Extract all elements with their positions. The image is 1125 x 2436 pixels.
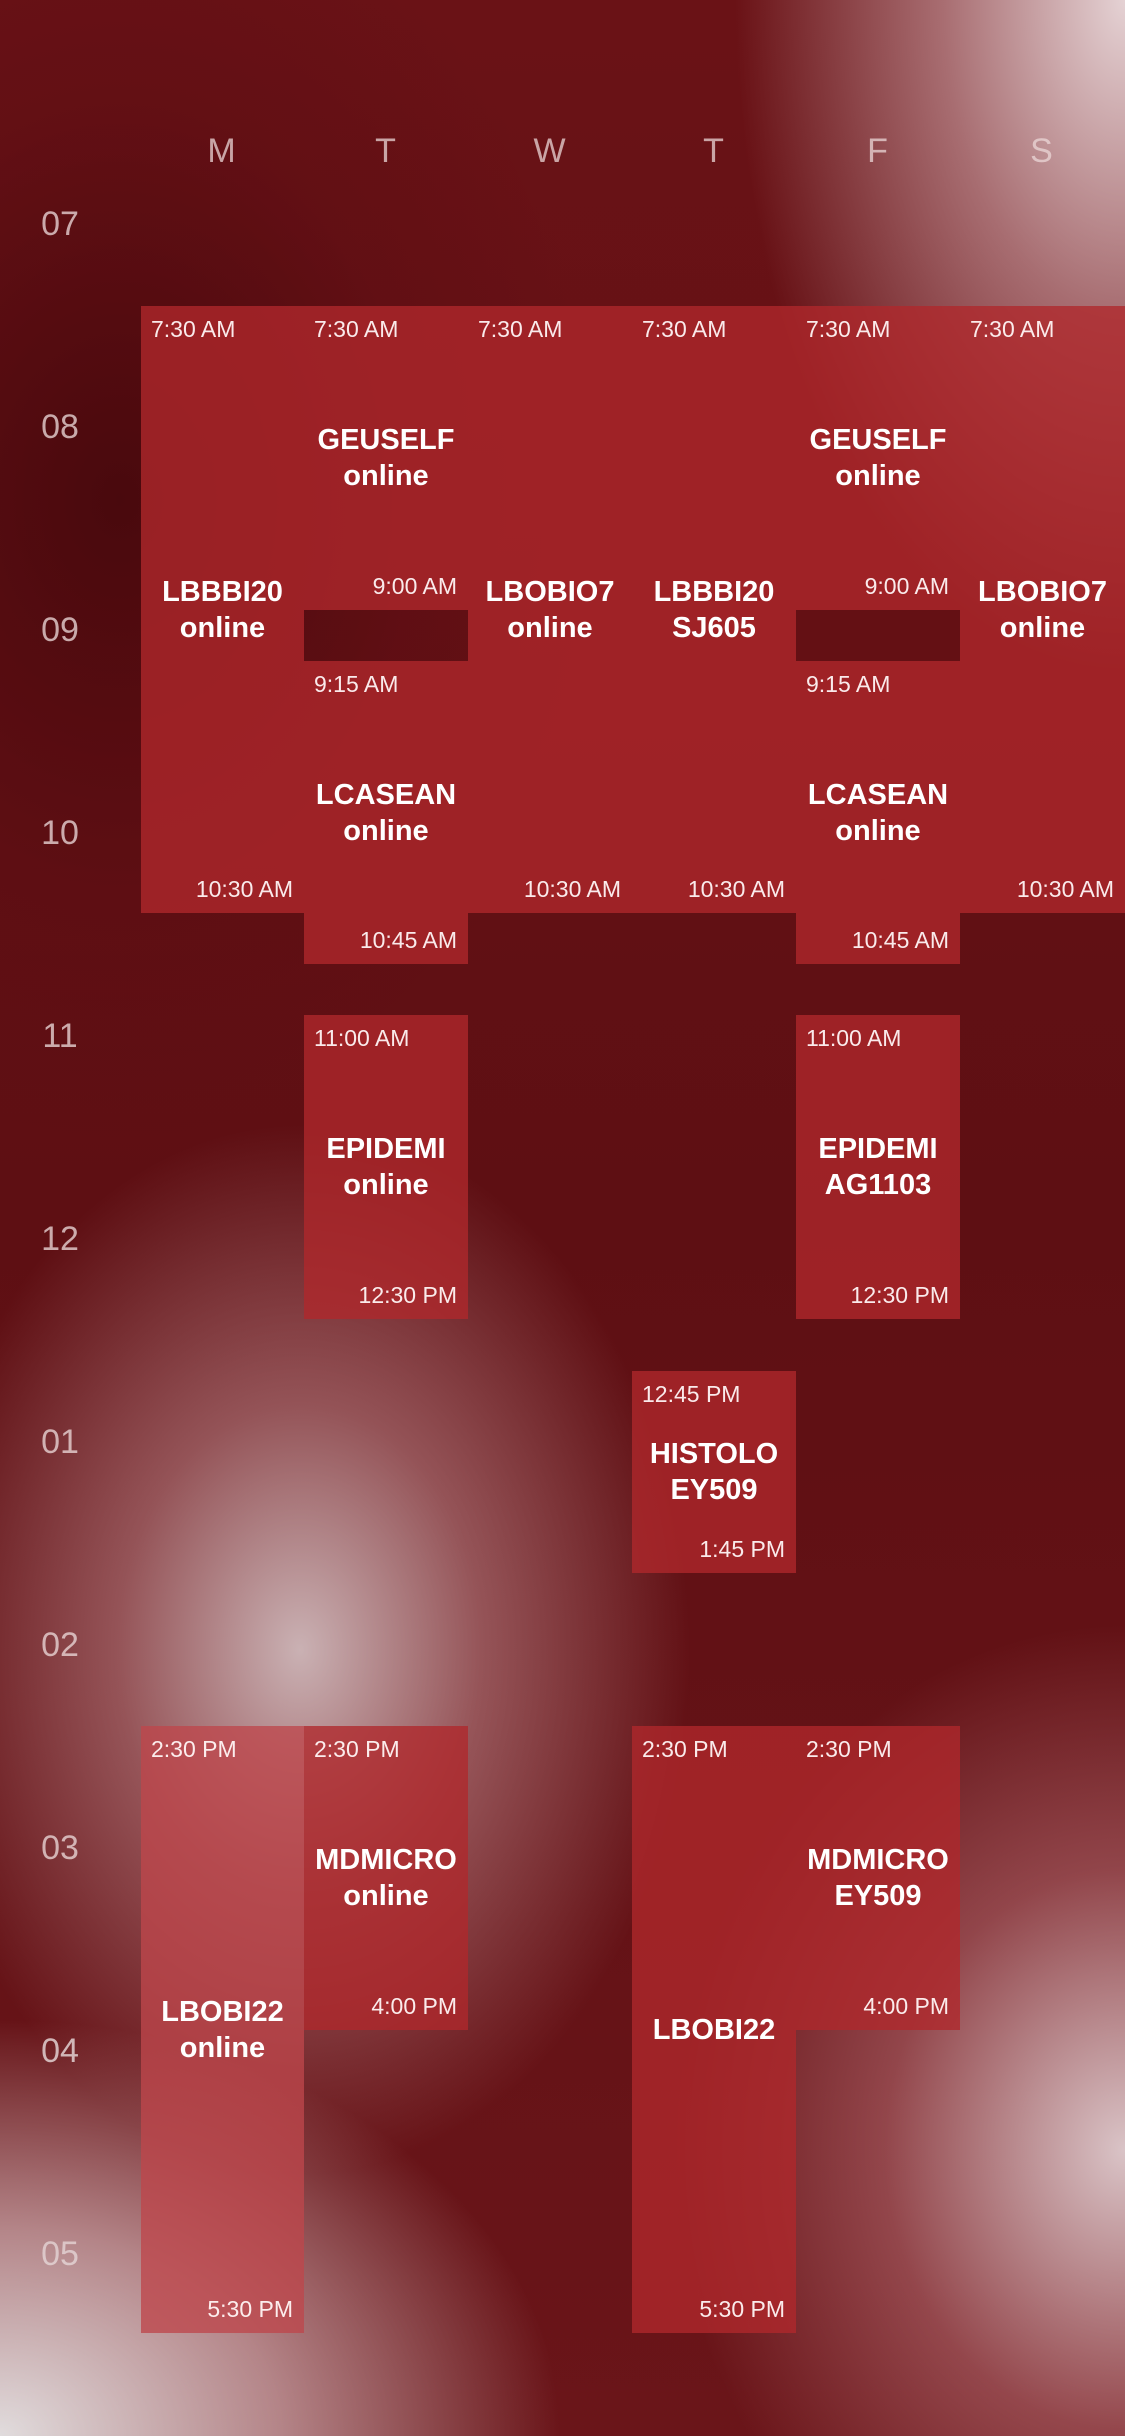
start-time: 7:30 AM: [314, 316, 399, 342]
start-time: 2:30 PM: [151, 1736, 237, 1762]
start-time: 7:30 AM: [642, 316, 727, 342]
class-block[interactable]: 12:45 PM HISTOLO EY509 1:45 PM: [632, 1371, 796, 1573]
day-label-wednesday: W: [533, 132, 567, 170]
class-block[interactable]: 9:15 AM LCASEAN online 10:45 AM: [796, 661, 960, 964]
start-time: 9:15 AM: [806, 671, 891, 697]
class-block[interactable]: 7:30 AM LBBBI20 SJ605 10:30 AM: [632, 306, 796, 913]
class-block[interactable]: 2:30 PM MDMICRO online 4:00 PM: [304, 1726, 468, 2030]
end-time: 10:45 AM: [359, 927, 457, 953]
start-time: 11:00 AM: [314, 1025, 410, 1051]
hour-label: 02: [41, 1626, 79, 1664]
class-block[interactable]: 7:30 AM GEUSELF online 9:00 AM: [796, 306, 960, 610]
hour-label: 04: [41, 2032, 79, 2070]
class-title: HISTOLO EY509: [649, 1438, 779, 1506]
class-block[interactable]: 7:30 AM LBOBIO7 online 10:30 AM: [468, 306, 632, 913]
hour-label: 09: [41, 611, 79, 649]
class-title: LCASEAN online: [315, 778, 457, 847]
hour-label: 03: [41, 1829, 79, 1867]
class-title: MDMICRO online: [315, 1844, 457, 1912]
end-time: 10:30 AM: [1016, 876, 1114, 902]
start-time: 12:45 PM: [642, 1381, 741, 1407]
day-label-saturday: S: [1030, 132, 1054, 170]
day-label-tuesday: T: [375, 132, 397, 170]
end-time: 10:30 AM: [687, 876, 785, 902]
end-time: 4:00 PM: [371, 1993, 457, 2019]
start-time: 7:30 AM: [806, 316, 891, 342]
hour-label: 05: [41, 2235, 79, 2273]
class-title: LBOBI22: [652, 2013, 776, 2046]
class-title: LBOBIO7 online: [978, 575, 1107, 644]
class-title: LBOBIO7 online: [485, 575, 615, 644]
hour-label: 08: [41, 408, 79, 446]
class-title: LBBBI20 SJ605: [653, 575, 775, 644]
class-title: MDMICRO EY509: [807, 1844, 949, 1912]
end-time: 9:00 AM: [864, 573, 949, 599]
end-time: 4:00 PM: [863, 1993, 949, 2019]
start-time: 7:30 AM: [970, 316, 1055, 342]
class-title: LCASEAN online: [807, 778, 949, 847]
class-block[interactable]: 7:30 AM LBBBI20 online 10:30 AM: [141, 306, 304, 913]
class-block[interactable]: 2:30 PM LBOBI22 online 5:30 PM: [141, 1726, 304, 2333]
start-time: 2:30 PM: [642, 1736, 728, 1762]
start-time: 9:15 AM: [314, 671, 399, 697]
class-title: EPIDEMI AG1103: [818, 1133, 938, 1201]
class-block[interactable]: 11:00 AM EPIDEMI online 12:30 PM: [304, 1015, 468, 1319]
class-block[interactable]: 11:00 AM EPIDEMI AG1103 12:30 PM: [796, 1015, 960, 1319]
start-time: 7:30 AM: [478, 316, 563, 342]
end-time: 10:30 AM: [523, 876, 621, 902]
day-label-friday: F: [867, 132, 889, 170]
start-time: 2:30 PM: [806, 1736, 892, 1762]
class-block[interactable]: 9:15 AM LCASEAN online 10:45 AM: [304, 661, 468, 964]
end-time: 5:30 PM: [699, 2296, 785, 2322]
start-time: 11:00 AM: [806, 1025, 902, 1051]
hour-label: 12: [41, 1220, 79, 1258]
end-time: 12:30 PM: [850, 1282, 949, 1308]
hour-label: 07: [41, 205, 79, 243]
class-block[interactable]: 7:30 AM GEUSELF online 9:00 AM: [304, 306, 468, 610]
class-title: GEUSELF online: [317, 424, 455, 492]
class-block[interactable]: 7:30 AM LBOBIO7 online 10:30 AM: [960, 306, 1125, 913]
day-label-monday: M: [207, 132, 237, 170]
end-time: 10:45 AM: [851, 927, 949, 953]
class-block[interactable]: 2:30 PM MDMICRO EY509 4:00 PM: [796, 1726, 960, 2030]
class-block[interactable]: 2:30 PM LBOBI22 5:30 PM: [632, 1726, 796, 2333]
hour-label: 11: [42, 1017, 78, 1055]
end-time: 10:30 AM: [195, 876, 293, 902]
class-title: EPIDEMI online: [326, 1133, 446, 1201]
end-time: 12:30 PM: [358, 1282, 457, 1308]
class-title: LBBBI20 online: [162, 575, 283, 644]
hour-label: 01: [41, 1423, 79, 1461]
class-title: LBOBI22 online: [161, 1995, 284, 2064]
class-title: GEUSELF online: [809, 424, 947, 492]
start-time: 2:30 PM: [314, 1736, 400, 1762]
hour-label: 10: [41, 814, 79, 852]
day-label-thursday: T: [703, 132, 725, 170]
end-time: 5:30 PM: [207, 2296, 293, 2322]
end-time: 9:00 AM: [372, 573, 457, 599]
end-time: 1:45 PM: [699, 1536, 785, 1562]
start-time: 7:30 AM: [151, 316, 236, 342]
